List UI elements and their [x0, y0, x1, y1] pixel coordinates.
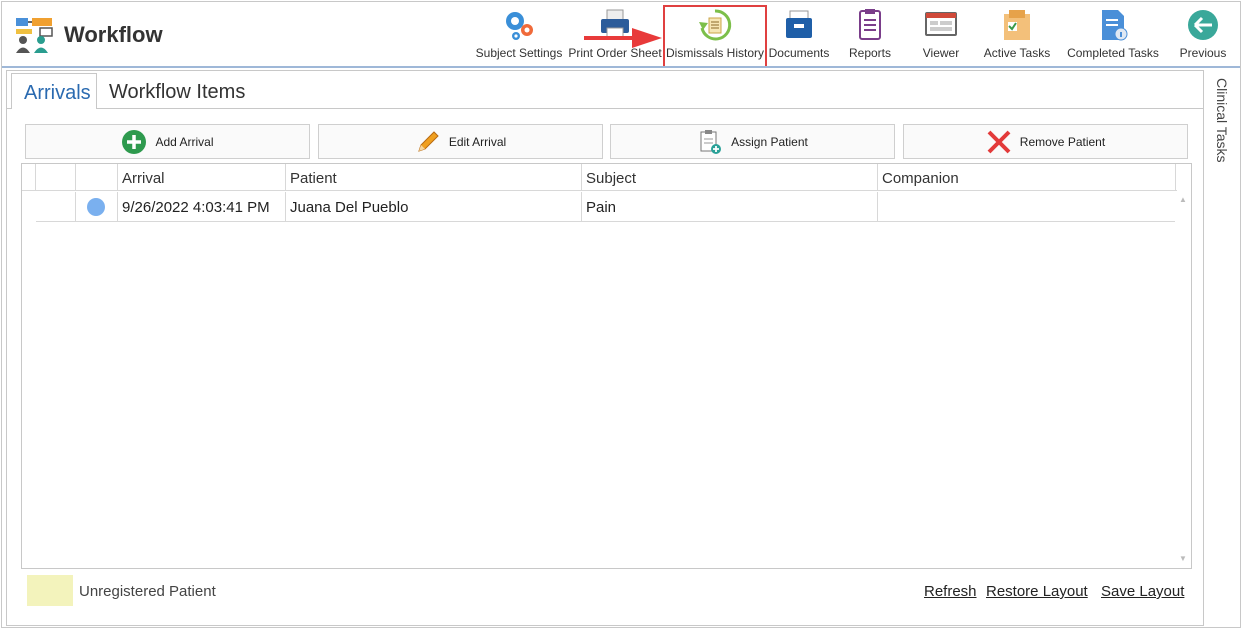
assign-patient-label: Assign Patient — [731, 134, 808, 149]
add-arrival-label: Add Arrival — [155, 134, 214, 149]
gear-settings-icon — [506, 12, 533, 40]
report-icon — [859, 9, 881, 40]
workflow-logo-icon — [16, 18, 53, 53]
viewer-button[interactable]: Viewer — [912, 4, 970, 64]
remove-x-icon — [987, 130, 1011, 153]
viewer-label: Viewer — [922, 46, 960, 60]
app-title: Workflow — [64, 22, 163, 47]
column-header-patient[interactable]: Patient — [286, 164, 582, 190]
clinical-tasks-label[interactable]: Clinical Tasks — [1214, 78, 1230, 163]
reports-button[interactable]: Reports — [842, 4, 898, 64]
pencil-icon — [418, 130, 439, 152]
add-arrival-button[interactable]: Add Arrival — [25, 124, 310, 159]
unregistered-patient-swatch — [27, 575, 73, 606]
completed-tasks-button[interactable]: Completed Tasks — [1066, 4, 1160, 64]
scroll-up-arrow-icon[interactable]: ▲ — [1178, 195, 1188, 205]
active-tasks-button[interactable]: Active Tasks — [982, 4, 1052, 64]
active-tab-gap — [12, 107, 96, 110]
grid-header-select[interactable] — [36, 164, 76, 190]
unregistered-patient-label: Unregistered Patient — [79, 583, 216, 600]
scroll-down-arrow-icon[interactable]: ▼ — [1178, 554, 1188, 564]
cell-companion — [878, 192, 1175, 221]
documents-label: Documents — [768, 46, 830, 60]
arrivals-grid: Arrival Patient Subject Companion 9/26/2… — [21, 163, 1192, 569]
refresh-link[interactable]: Refresh — [924, 583, 977, 600]
edit-arrival-label: Edit Arrival — [448, 134, 507, 149]
clinical-tasks-panel[interactable]: Clinical Tasks — [1206, 70, 1240, 626]
grid-header-status[interactable] — [76, 164, 118, 190]
viewer-icon — [925, 12, 957, 36]
completed-tasks-label: Completed Tasks — [1067, 46, 1159, 60]
cell-patient: Juana Del Pueblo — [286, 192, 582, 221]
tab-workflow-items[interactable]: Workflow Items — [97, 73, 257, 109]
remove-patient-button[interactable]: Remove Patient — [903, 124, 1188, 159]
main-panel: Arrivals Workflow Items Add Arrival Edit… — [6, 70, 1204, 626]
grid-vertical-scrollbar[interactable]: ▲ ▼ — [1175, 191, 1191, 568]
column-header-arrival[interactable]: Arrival — [118, 164, 286, 190]
cell-subject: Pain — [582, 192, 878, 221]
header-separator — [2, 66, 1240, 68]
header-bar: Workflow Subject Settings Print Order Sh… — [2, 2, 1240, 68]
cell-arrival: 9/26/2022 4:03:41 PM — [118, 192, 286, 221]
assign-clipboard-icon — [700, 129, 722, 154]
grid-header-spacer — [22, 164, 36, 190]
reports-label: Reports — [848, 46, 892, 60]
row-select-cell[interactable] — [36, 192, 76, 221]
column-header-subject[interactable]: Subject — [582, 164, 878, 190]
active-tasks-icon — [1004, 10, 1030, 40]
restore-layout-link[interactable]: Restore Layout — [986, 583, 1088, 600]
previous-button[interactable]: Previous — [1176, 4, 1230, 64]
assign-patient-button[interactable]: Assign Patient — [610, 124, 895, 159]
column-header-companion[interactable]: Companion — [878, 164, 1176, 190]
tab-arrivals[interactable]: Arrivals — [11, 73, 97, 109]
document-tray-icon — [786, 10, 812, 38]
highlight-box — [663, 5, 767, 68]
app-window: Workflow Subject Settings Print Order Sh… — [1, 1, 1241, 628]
save-layout-link[interactable]: Save Layout — [1101, 583, 1184, 600]
previous-label: Previous — [1179, 46, 1227, 60]
back-arrow-icon — [1188, 10, 1218, 40]
subject-settings-button[interactable]: Subject Settings — [474, 4, 564, 64]
active-tasks-label: Active Tasks — [983, 46, 1051, 60]
row-status-cell — [76, 192, 118, 221]
remove-patient-label: Remove Patient — [1019, 134, 1106, 149]
grid-header: Arrival Patient Subject Companion — [22, 164, 1177, 191]
add-circle-icon — [122, 129, 147, 154]
completed-tasks-icon — [1102, 10, 1128, 41]
edit-arrival-button[interactable]: Edit Arrival — [318, 124, 603, 159]
status-dot — [87, 198, 105, 216]
table-row[interactable]: 9/26/2022 4:03:41 PM Juana Del Pueblo Pa… — [36, 192, 1175, 222]
documents-button[interactable]: Documents — [767, 4, 831, 64]
subject-settings-label: Subject Settings — [475, 46, 563, 60]
red-arrow-annotation — [584, 28, 662, 48]
